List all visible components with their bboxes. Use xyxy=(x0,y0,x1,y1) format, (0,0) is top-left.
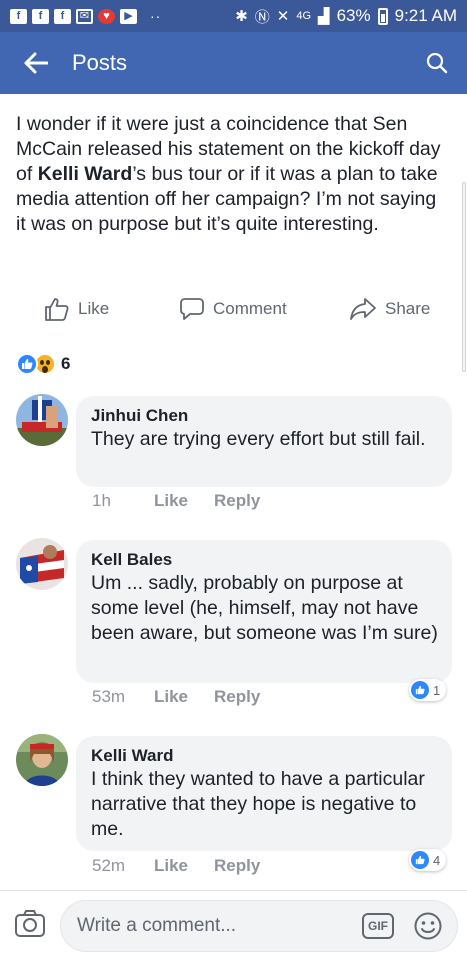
comment-bubble: Kelli Ward I think they wanted to have a… xyxy=(76,736,452,851)
back-button[interactable] xyxy=(0,52,72,74)
status-bar: f f f ✉ ♥ ▶ ·· ✱ Ⓝ ✕ 4G ▟ 63% 9:21 AM xyxy=(0,0,467,32)
comment-reply-button[interactable]: Reply xyxy=(214,491,260,511)
post-mention-link[interactable]: Kelli Ward xyxy=(38,163,133,185)
avatar[interactable] xyxy=(16,734,68,786)
avatar[interactable] xyxy=(16,538,68,590)
comment-bubble: Jinhui Chen They are trying every effort… xyxy=(76,396,452,487)
comment-label: Comment xyxy=(213,299,287,318)
comment-button[interactable]: Comment xyxy=(179,296,287,322)
camera-icon xyxy=(15,910,45,937)
comment-composer: Write a comment... GIF xyxy=(0,891,467,960)
share-button[interactable]: Share xyxy=(349,296,430,322)
comment-reaction-count: 1 xyxy=(433,682,441,698)
comment-reaction-badge[interactable]: 4 xyxy=(409,849,447,871)
scrollbar[interactable] xyxy=(462,182,466,372)
emoji-button[interactable] xyxy=(413,911,443,946)
signal-icon: ▟ xyxy=(318,8,330,25)
comment-reaction-count: 4 xyxy=(433,852,441,868)
comment-bubble: Kell Bales Um ... sadly, probably on pur… xyxy=(76,540,452,683)
comment-reply-button[interactable]: Reply xyxy=(214,856,260,876)
comment-input-placeholder: Write a comment... xyxy=(77,915,237,936)
notification-icons: f f f ✉ ♥ ▶ ·· xyxy=(10,8,161,24)
arrow-left-icon xyxy=(24,52,48,74)
search-icon xyxy=(426,52,448,74)
comment-time: 52m xyxy=(92,856,126,875)
iheart-notification-icon: ♥ xyxy=(98,8,115,24)
like-reaction-icon xyxy=(16,353,38,375)
facebook-notification-icon: f xyxy=(10,8,27,24)
comment-input[interactable]: Write a comment... GIF xyxy=(60,900,458,952)
comment-author[interactable]: Kell Bales xyxy=(91,549,438,571)
comment-text: Um ... sadly, probably on purpose at som… xyxy=(91,572,438,644)
reaction-count: 6 xyxy=(61,354,71,373)
battery-percent: 63% xyxy=(336,6,371,25)
comment-author[interactable]: Kelli Ward xyxy=(91,745,438,767)
comment-bubble-icon xyxy=(180,298,204,320)
comment-time: 1h xyxy=(92,491,111,510)
comment-meta: 53m Like Reply xyxy=(92,687,260,707)
comment-like-button[interactable]: Like xyxy=(154,491,188,511)
gif-button[interactable]: GIF xyxy=(362,913,394,939)
facebook-notification-icon: f xyxy=(54,8,71,24)
comment-text: They are trying every effort but still f… xyxy=(91,428,426,450)
nfc-icon: Ⓝ xyxy=(254,8,270,26)
share-arrow-icon xyxy=(350,298,376,320)
post-body: I wonder if it were just a coincidence t… xyxy=(16,112,446,237)
comment-like-button[interactable]: Like xyxy=(154,687,188,707)
like-label: Like xyxy=(78,299,110,318)
comment-meta: 52m Like Reply xyxy=(92,856,260,876)
comment-meta: 1h Like Reply xyxy=(92,491,260,511)
like-reaction-icon xyxy=(411,681,429,699)
bluetooth-icon: ✱ xyxy=(235,8,248,25)
battery-icon xyxy=(377,7,388,25)
comment-reaction-badge[interactable]: 1 xyxy=(409,679,447,701)
avatar[interactable] xyxy=(16,394,68,446)
more-notifications-icon: ·· xyxy=(150,8,162,24)
comment-reply-button[interactable]: Reply xyxy=(214,687,260,707)
mail-notification-icon: ✉ xyxy=(76,8,93,24)
page-title: Posts xyxy=(72,50,128,75)
smiley-icon xyxy=(414,912,442,940)
post-actions: Like Comment Share xyxy=(0,292,467,326)
share-label: Share xyxy=(385,299,431,318)
network-type: 4G xyxy=(296,10,312,22)
clock: 9:21 AM xyxy=(394,6,457,25)
app-header: Posts xyxy=(0,32,467,94)
search-button[interactable] xyxy=(407,52,467,74)
comment-time: 53m xyxy=(92,687,126,706)
camera-button[interactable] xyxy=(14,909,46,944)
youtube-notification-icon: ▶ xyxy=(120,8,137,24)
comment-text: I think they wanted to have a particular… xyxy=(91,768,425,840)
thumbs-up-icon xyxy=(45,298,69,321)
comment-author[interactable]: Jinhui Chen xyxy=(91,405,438,427)
like-button[interactable]: Like xyxy=(44,296,109,322)
mute-icon: ✕ xyxy=(276,8,290,25)
reactions-summary[interactable]: 6 xyxy=(16,353,70,375)
comment-like-button[interactable]: Like xyxy=(154,856,188,876)
facebook-notification-icon: f xyxy=(32,8,49,24)
like-reaction-icon xyxy=(411,851,429,869)
